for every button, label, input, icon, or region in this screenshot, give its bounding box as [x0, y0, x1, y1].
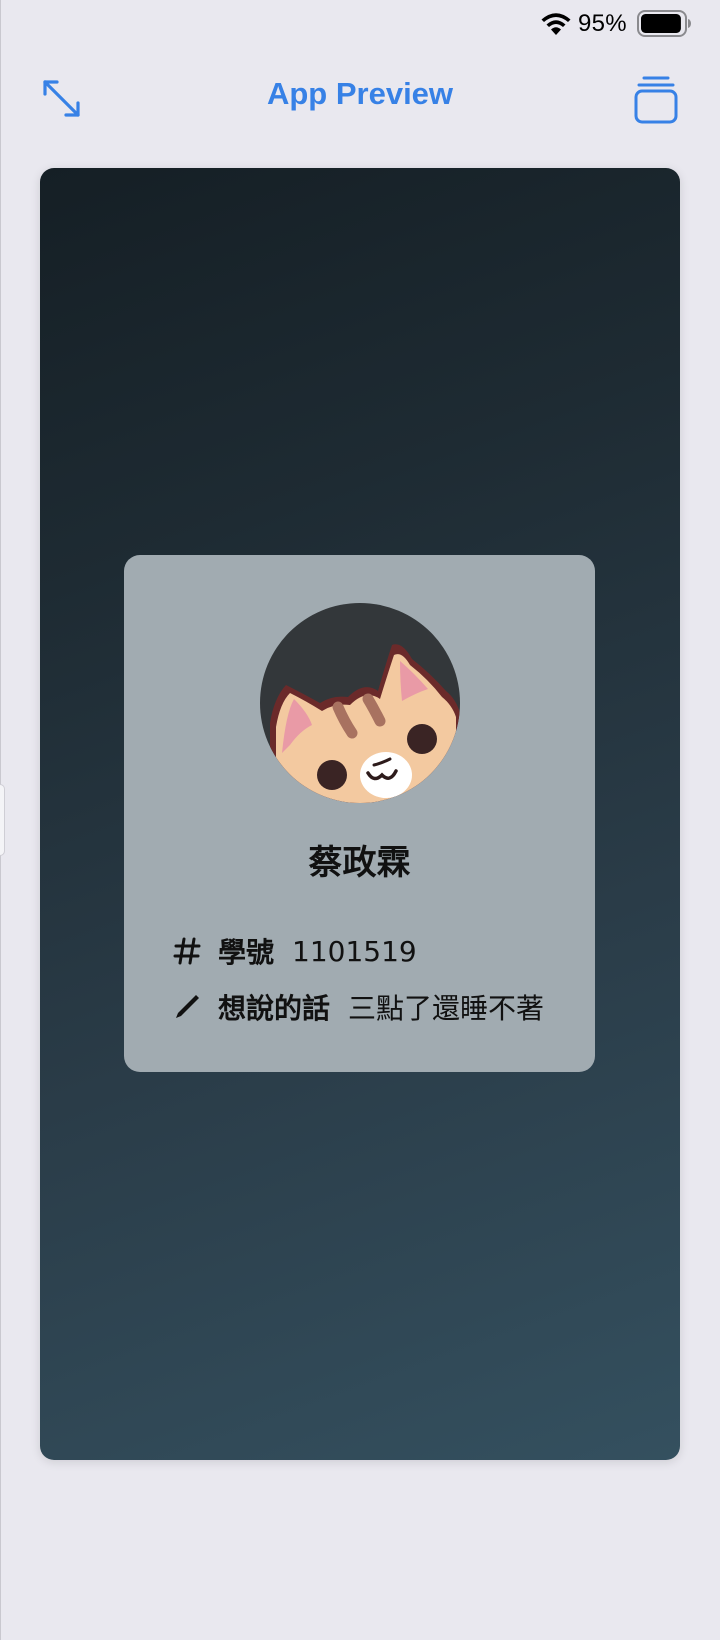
- message-row: 想說的話 三點了還睡不著: [172, 985, 544, 1029]
- navigation-bar: App Preview: [0, 60, 720, 136]
- battery-percentage: 95%: [578, 10, 627, 37]
- message-label: 想說的話: [218, 992, 331, 1025]
- page-title: App Preview: [266, 76, 454, 111]
- wifi-icon: [541, 13, 571, 35]
- pencil-icon: [172, 992, 202, 1022]
- sidebar-drag-handle[interactable]: [0, 784, 5, 856]
- window-stack-icon[interactable]: [632, 75, 680, 125]
- status-bar: 95%: [0, 0, 720, 48]
- hash-icon: [172, 936, 202, 966]
- student-id-row: 學號 1101519: [172, 929, 417, 973]
- student-id-label: 學號: [218, 936, 275, 969]
- profile-card: 蔡政霖 學號 1101519 想說的話 三點了還睡不著: [124, 555, 595, 1072]
- cat-avatar: [260, 603, 460, 803]
- student-id-value: 1101519: [292, 934, 417, 968]
- message-value: 三點了還睡不著: [348, 992, 545, 1025]
- battery-icon: [637, 10, 691, 37]
- app-preview-canvas: 蔡政霖 學號 1101519 想說的話 三點了還睡不著: [40, 168, 680, 1460]
- profile-name: 蔡政霖: [308, 843, 411, 883]
